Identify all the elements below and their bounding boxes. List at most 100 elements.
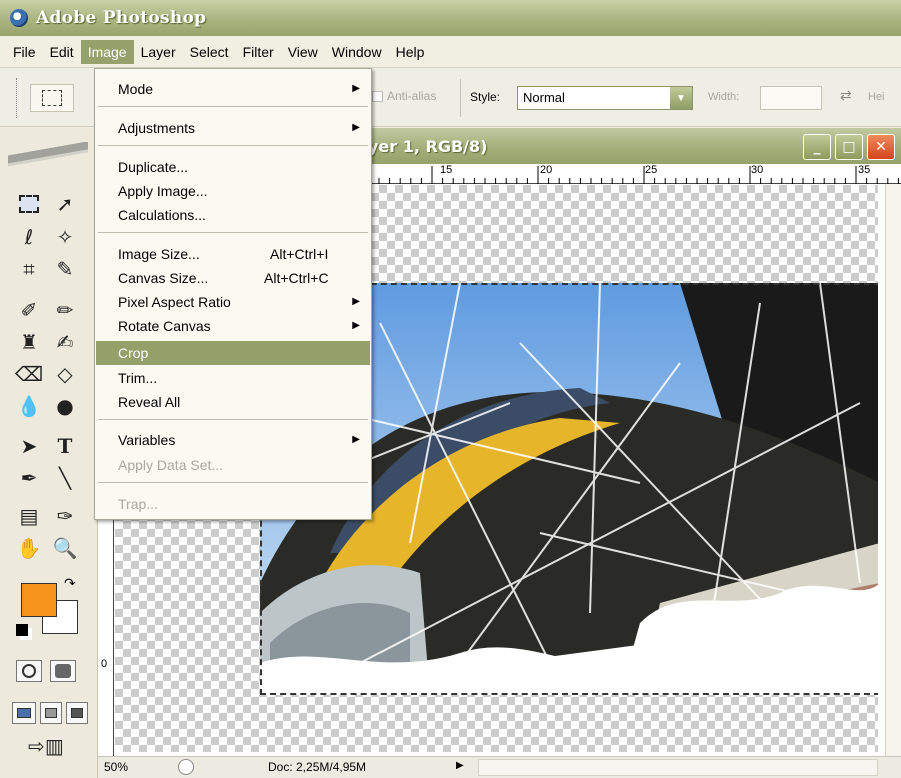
menu-separator [98, 482, 368, 483]
menu-item-rotate-canvas[interactable]: Rotate Canvas ▶ [96, 314, 370, 338]
menu-item-trim[interactable]: Trim... [96, 366, 370, 390]
zoom-level[interactable]: 50% [104, 760, 128, 774]
lasso-tool-icon[interactable]: ℓ [12, 223, 46, 251]
eyedropper-icon[interactable]: ✑ [48, 502, 82, 530]
quick-mask-icon[interactable] [50, 660, 76, 682]
menu-item-reveal-all[interactable]: Reveal All [96, 390, 370, 414]
line-tool-icon[interactable]: ╲ [48, 464, 82, 492]
tool-preset-picker[interactable] [30, 83, 74, 112]
menu-view[interactable]: View [281, 40, 325, 64]
horizontal-scrollbar[interactable] [478, 759, 878, 776]
menu-item-variables[interactable]: Variables ▶ [96, 428, 370, 452]
chevron-down-icon[interactable]: ▼ [670, 87, 692, 109]
close-icon[interactable]: ✕ [867, 134, 895, 160]
ruler-label: 25 [645, 164, 658, 176]
burn-tool-icon[interactable]: ● [48, 392, 82, 420]
menu-item-adjustments[interactable]: Adjustments ▶ [96, 116, 370, 140]
style-select-value: Normal [523, 90, 565, 105]
clone-stamp-icon[interactable]: ♜ [12, 328, 46, 356]
toolbox: ➚ ℓ ✧ ⌗ ✎ ✐ ✏ ♜ ✍ ⌫ ◇ 💧 ● ➤ T ✒ ╲ ▤ ✑ ✋ … [0, 128, 98, 778]
path-selection-icon[interactable]: ➤ [12, 432, 46, 460]
ruler-label: 35 [858, 164, 871, 176]
menu-item-label: Trap... [118, 496, 158, 512]
menu-item-calculations[interactable]: Calculations... [96, 203, 370, 227]
ruler-label: 20 [540, 164, 553, 176]
menu-item-label: Canvas Size... [118, 270, 209, 286]
separator [460, 79, 461, 117]
swap-dimensions-icon[interactable]: ⇄ [840, 87, 852, 104]
screen-mode-full-menu-icon[interactable] [40, 702, 62, 724]
crop-tool-icon[interactable]: ⌗ [12, 255, 46, 283]
standard-mode-icon[interactable] [16, 660, 42, 682]
status-menu-arrow-icon[interactable]: ▶ [456, 760, 464, 771]
antialias-label: Anti-alias [387, 89, 437, 103]
foreground-color-front[interactable] [21, 583, 57, 617]
menu-window[interactable]: Window [325, 40, 389, 64]
blur-tool-icon[interactable]: 💧 [12, 392, 46, 420]
menu-item-crop[interactable]: Crop [96, 341, 370, 365]
minimize-icon[interactable]: _ [803, 134, 831, 160]
ruler-label: 15 [440, 164, 453, 176]
antialias-checkbox[interactable]: Anti-alias [372, 89, 436, 103]
menu-item-label: Image Size... [118, 246, 200, 262]
menu-item-apply-data-set: Apply Data Set... [96, 453, 370, 477]
submenu-arrow-icon: ▶ [352, 320, 360, 331]
slice-tool-icon[interactable]: ✎ [48, 255, 82, 283]
submenu-arrow-icon: ▶ [352, 296, 360, 307]
menu-item-duplicate[interactable]: Duplicate... [96, 155, 370, 179]
submenu-arrow-icon: ▶ [352, 434, 360, 445]
menu-separator [98, 145, 368, 146]
brush-tool-icon[interactable]: ✏ [48, 296, 82, 324]
width-input[interactable] [760, 86, 822, 110]
photoshop-logo-icon [10, 9, 28, 27]
rectangular-marquee-icon [42, 89, 62, 106]
app-title-bar: Adobe Photoshop [0, 0, 901, 36]
magic-wand-icon[interactable]: ✧ [48, 223, 82, 251]
notes-tool-icon[interactable]: ▤ [12, 502, 46, 530]
default-colors-icon[interactable] [16, 624, 28, 636]
menu-item-image-size[interactable]: Image Size... Alt+Ctrl+I [96, 242, 370, 266]
screen-mode-full-icon[interactable] [66, 702, 88, 724]
status-bar: 50% Doc: 2,25M/4,95M ▶ [98, 756, 901, 778]
menu-item-shortcut: Alt+Ctrl+C [264, 270, 329, 286]
menu-item-label: Apply Data Set... [118, 457, 224, 473]
move-tool-icon[interactable]: ➚ [48, 190, 82, 218]
jump-to-imageready-icon[interactable]: ⇨▥ [16, 732, 76, 760]
style-select[interactable]: Normal ▼ [517, 86, 693, 110]
swap-colors-icon[interactable]: ↷ [64, 576, 76, 592]
menu-item-canvas-size[interactable]: Canvas Size... Alt+Ctrl+C [96, 266, 370, 290]
pen-tool-icon[interactable]: ✒ [12, 464, 46, 492]
history-brush-icon[interactable]: ✍ [48, 328, 82, 356]
options-bar-grip[interactable] [16, 77, 20, 118]
paint-bucket-icon[interactable]: ◇ [48, 360, 82, 388]
eraser-tool-icon[interactable]: ⌫ [12, 360, 46, 388]
screen-mode-standard-icon[interactable] [12, 702, 36, 724]
menu-item-label: Trim... [118, 370, 158, 386]
submenu-arrow-icon: ▶ [352, 122, 360, 133]
menu-item-apply-image[interactable]: Apply Image... [96, 179, 370, 203]
menu-layer[interactable]: Layer [134, 40, 183, 64]
healing-brush-icon[interactable]: ✐ [12, 296, 46, 324]
type-tool-icon[interactable]: T [48, 432, 82, 460]
menu-item-mode[interactable]: Mode ▶ [96, 77, 370, 101]
zoom-tool-icon[interactable]: 🔍 [48, 534, 82, 562]
menu-item-label: Rotate Canvas [118, 318, 211, 334]
menu-filter[interactable]: Filter [236, 40, 281, 64]
hand-tool-icon[interactable]: ✋ [12, 534, 46, 562]
menu-edit[interactable]: Edit [43, 40, 81, 64]
menu-select[interactable]: Select [183, 40, 236, 64]
menu-help[interactable]: Help [389, 40, 432, 64]
menu-item-label: Duplicate... [118, 159, 189, 175]
menu-file[interactable]: File [6, 40, 43, 64]
menu-item-pixel-aspect-ratio[interactable]: Pixel Aspect Ratio ▶ [96, 290, 370, 314]
menu-item-label: Variables [118, 432, 176, 448]
vertical-scrollbar[interactable] [885, 184, 901, 756]
menu-separator [98, 106, 368, 107]
ruler-label: 30 [751, 164, 764, 176]
menu-separator [98, 232, 368, 233]
marquee-tool-icon[interactable] [12, 190, 46, 218]
menu-item-label: Apply Image... [118, 183, 208, 199]
menu-item-label: Reveal All [118, 394, 181, 410]
menu-image[interactable]: Image [80, 39, 134, 64]
maximize-icon[interactable]: □ [835, 134, 863, 160]
